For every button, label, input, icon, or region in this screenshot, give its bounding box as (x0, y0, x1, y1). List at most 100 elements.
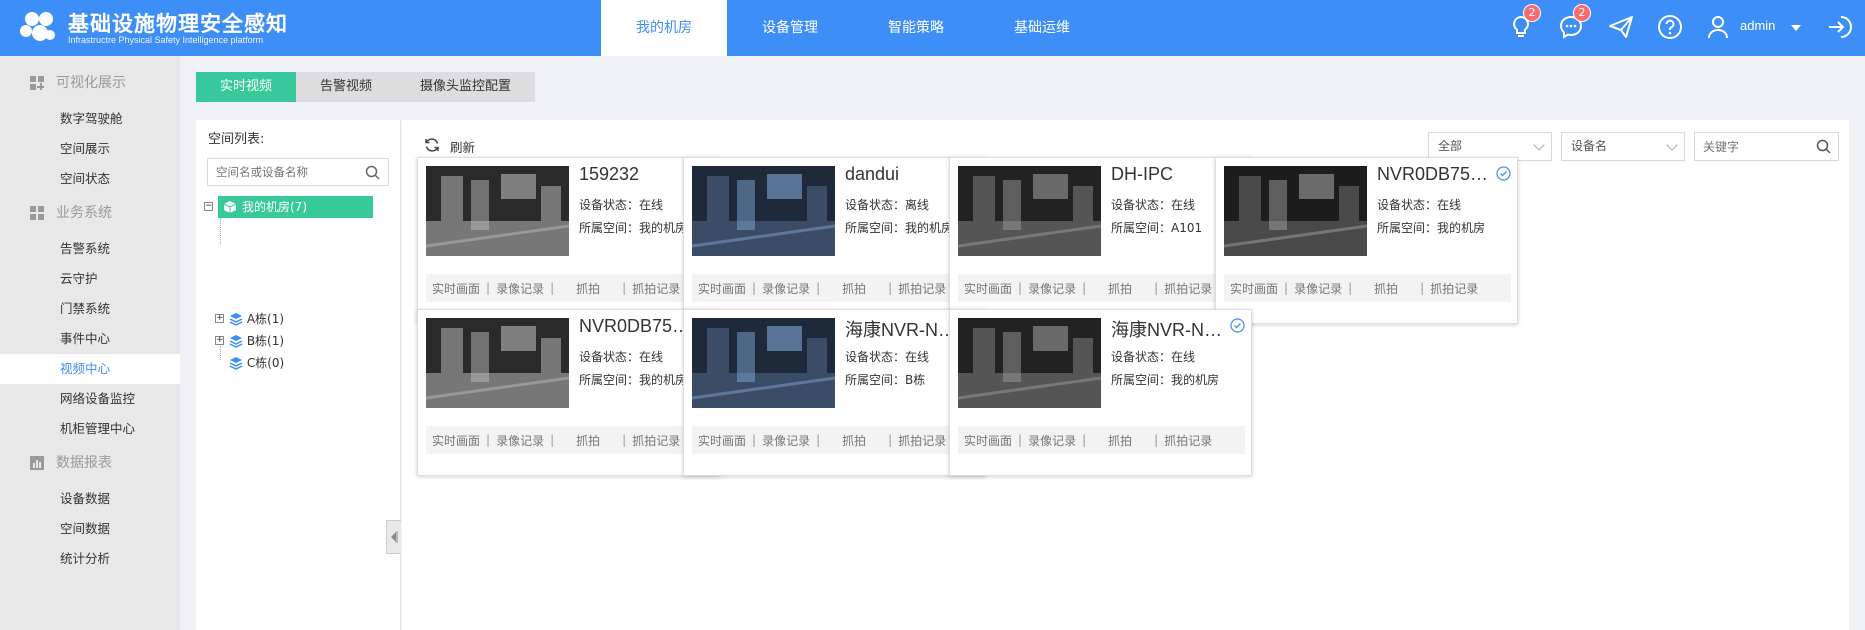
sidebar-item-cabinet-center[interactable]: 机柜管理中心 (0, 414, 180, 444)
video-frame-image (958, 166, 1101, 256)
nav-basic-ops[interactable]: 基础运维 (979, 0, 1105, 56)
tab-camera-config[interactable]: 摄像头监控配置 (396, 72, 535, 102)
recording-button[interactable]: 录像记录 (490, 432, 550, 449)
recording-button[interactable]: 录像记录 (756, 432, 816, 449)
tree-node-c[interactable]: C栋(0) (229, 352, 284, 374)
sidebar: 可视化展示 数字驾驶舱 空间展示 空间状态 业务系统 告警系统 云守护 门禁系统… (0, 56, 180, 630)
camera-thumbnail[interactable] (958, 318, 1101, 408)
tree-expand-toggle[interactable]: + (215, 314, 224, 323)
camera-thumbnail[interactable] (958, 166, 1101, 256)
main-nav: 我的机房 设备管理 智能策略 基础运维 (601, 0, 1105, 56)
send-icon[interactable] (1607, 13, 1635, 41)
live-view-button[interactable]: 实时画面 (958, 280, 1018, 297)
nav-smart-policy[interactable]: 智能策略 (853, 0, 979, 56)
live-view-button[interactable]: 实时画面 (692, 432, 752, 449)
search-icon[interactable] (365, 165, 380, 180)
nav-device-management[interactable]: 设备管理 (727, 0, 853, 56)
card-actions: 实时画面 | 录像记录 | 抓拍 | 抓拍记录 (958, 426, 1245, 454)
tree-search-input[interactable] (208, 159, 358, 185)
recording-button[interactable]: 录像记录 (1022, 280, 1082, 297)
snapshot-button[interactable]: 抓拍 (1352, 280, 1420, 297)
sidebar-item-space-display[interactable]: 空间展示 (0, 134, 180, 164)
status-value: 在线 (1171, 350, 1196, 364)
device-space: 所属空间：我的机房 (579, 371, 687, 388)
snapshot-button[interactable]: 抓拍 (1086, 432, 1154, 449)
keyword-input[interactable] (1695, 133, 1805, 160)
sidebar-item-alarm-system[interactable]: 告警系统 (0, 234, 180, 264)
sidebar-item-access-control[interactable]: 门禁系统 (0, 294, 180, 324)
panel-collapse-handle[interactable] (386, 520, 401, 554)
status-value: 在线 (1171, 198, 1196, 212)
live-view-button[interactable]: 实时画面 (426, 432, 486, 449)
camera-card: NVR0DB750... 设备状态：在线 所属空间：我的机房 实时画面 | 录像… (1215, 157, 1518, 324)
sidebar-item-space-data[interactable]: 空间数据 (0, 514, 180, 544)
tree-node-root[interactable]: 我的机房(7) (218, 196, 373, 218)
online-check-icon (1496, 166, 1511, 181)
field-select[interactable]: 设备名 (1561, 132, 1685, 161)
camera-thumbnail[interactable] (1224, 166, 1367, 256)
camera-thumbnail[interactable] (692, 166, 835, 256)
user-icon[interactable] (1704, 13, 1732, 41)
camera-thumbnail[interactable] (426, 318, 569, 408)
sidebar-item-video-center[interactable]: 视频中心 (0, 354, 180, 384)
sidebar-item-space-status[interactable]: 空间状态 (0, 164, 180, 194)
logo-icon (20, 12, 55, 41)
tree-node-label: 我的机房(7) (242, 200, 307, 214)
camera-thumbnail[interactable] (692, 318, 835, 408)
live-view-button[interactable]: 实时画面 (1224, 280, 1284, 297)
recording-button[interactable]: 录像记录 (1022, 432, 1082, 449)
snapshot-records-button[interactable]: 抓拍记录 (892, 280, 952, 297)
space-value: 我的机房 (1171, 373, 1220, 387)
recording-button[interactable]: 录像记录 (1288, 280, 1348, 297)
snapshot-records-button[interactable]: 抓拍记录 (892, 432, 952, 449)
scope-select-value: 全部 (1438, 139, 1463, 153)
camera-card: 海康NVR-NV... 设备状态：在线 所属空间：我的机房 实时画面 | 录像记… (949, 309, 1252, 476)
card-actions: 实时画面 | 录像记录 | 抓拍 | 抓拍记录 (426, 274, 713, 302)
space-label: 所属空间： (1111, 221, 1172, 235)
camera-name: DH-IPC (1111, 164, 1173, 184)
recording-button[interactable]: 录像记录 (490, 280, 550, 297)
snapshot-button[interactable]: 抓拍 (820, 432, 888, 449)
recording-button[interactable]: 录像记录 (756, 280, 816, 297)
sidebar-item-statistics[interactable]: 统计分析 (0, 544, 180, 574)
tree-node-a[interactable]: A栋(1) (229, 308, 284, 330)
user-name[interactable]: admin (1740, 18, 1775, 33)
snapshot-records-button[interactable]: 抓拍记录 (626, 280, 686, 297)
tree-connector (220, 346, 221, 360)
tab-alarm-video[interactable]: 告警视频 (296, 72, 396, 102)
logout-icon[interactable] (1825, 13, 1853, 41)
camera-thumbnail[interactable] (426, 166, 569, 256)
live-view-button[interactable]: 实时画面 (426, 280, 486, 297)
snapshot-button[interactable]: 抓拍 (1086, 280, 1154, 297)
snapshot-button[interactable]: 抓拍 (554, 280, 622, 297)
snapshot-records-button[interactable]: 抓拍记录 (1424, 280, 1484, 297)
search-icon[interactable] (1816, 139, 1831, 154)
live-view-button[interactable]: 实时画面 (958, 432, 1018, 449)
snapshot-records-button[interactable]: 抓拍记录 (626, 432, 686, 449)
sidebar-item-digital-cockpit[interactable]: 数字驾驶舱 (0, 104, 180, 134)
chat-icon[interactable]: 2 (1557, 4, 1591, 41)
snapshot-records-button[interactable]: 抓拍记录 (1158, 280, 1218, 297)
live-view-button[interactable]: 实时画面 (692, 280, 752, 297)
space-value: B栋 (905, 373, 926, 387)
sidebar-item-network-monitor[interactable]: 网络设备监控 (0, 384, 180, 414)
device-status: 设备状态：在线 (1111, 196, 1195, 213)
snapshot-button[interactable]: 抓拍 (554, 432, 622, 449)
sidebar-item-cloud-guard[interactable]: 云守护 (0, 264, 180, 294)
tree-collapse-toggle[interactable]: − (204, 202, 213, 211)
tree-node-b[interactable]: B栋(1) (229, 330, 284, 352)
tab-realtime-video[interactable]: 实时视频 (196, 72, 297, 102)
space-value: 我的机房 (639, 373, 688, 387)
tree-search (207, 158, 389, 186)
snapshot-button[interactable]: 抓拍 (820, 280, 888, 297)
help-icon[interactable] (1656, 13, 1684, 41)
snapshot-records-button[interactable]: 抓拍记录 (1158, 432, 1218, 449)
lightbulb-icon[interactable]: 2 (1507, 4, 1541, 41)
tree-expand-toggle[interactable]: + (215, 336, 224, 345)
sidebar-item-device-data[interactable]: 设备数据 (0, 484, 180, 514)
nav-my-room[interactable]: 我的机房 (601, 0, 727, 56)
camera-card: 159232 设备状态：在线 所属空间：我的机房 实时画面 | 录像记录 | 抓… (417, 157, 720, 324)
chevron-down-icon[interactable] (1791, 25, 1801, 31)
sidebar-item-event-center[interactable]: 事件中心 (0, 324, 180, 354)
device-space: 所属空间：B栋 (845, 371, 925, 388)
